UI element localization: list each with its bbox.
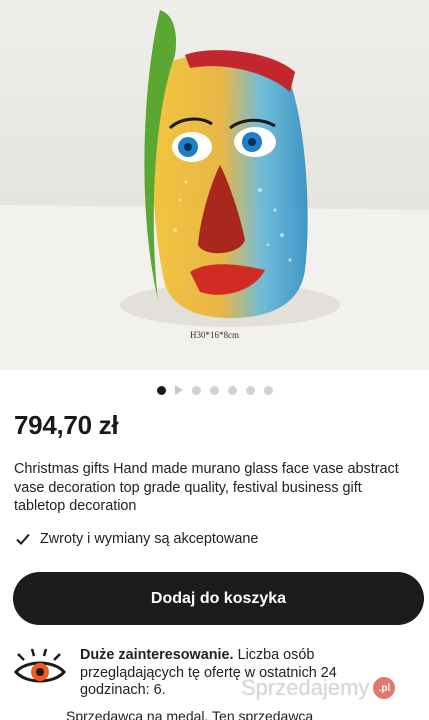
seller-medal-line: Sprzedawca na medal. Ten sprzedawca [66, 708, 314, 720]
checkmark-icon [16, 533, 30, 545]
video-play-icon[interactable] [174, 385, 183, 395]
carousel-dot[interactable] [227, 385, 237, 395]
carousel-dot[interactable] [263, 385, 273, 395]
add-to-cart-button[interactable]: Dodaj do koszyka [13, 572, 424, 625]
watermark-badge: .pl [373, 677, 396, 699]
product-price: 794,70 zł [14, 410, 119, 440]
image-carousel-dots[interactable] [0, 383, 429, 397]
returns-label: Zwroty i wymiany są akceptowane [40, 531, 259, 547]
sprzedajemy-watermark: Sprzedajemy .pl [241, 672, 396, 704]
murano-face-vase-illustration [0, 0, 429, 370]
carousel-dot[interactable] [209, 385, 219, 395]
carousel-dot-active[interactable] [156, 385, 166, 395]
dimension-caption: H30*16*8cm [190, 330, 239, 340]
watermark-text: Sprzedajemy [241, 675, 370, 700]
product-title: Christmas gifts Hand made murano glass f… [14, 461, 399, 514]
interest-heading: Duże zainteresowanie. [80, 647, 234, 663]
product-image[interactable]: H30*16*8cm [0, 0, 429, 370]
carousel-dot[interactable] [245, 385, 255, 395]
returns-info: Zwroty i wymiany są akceptowane [14, 530, 258, 548]
carousel-dot[interactable] [191, 385, 201, 395]
eye-icon [14, 648, 66, 683]
